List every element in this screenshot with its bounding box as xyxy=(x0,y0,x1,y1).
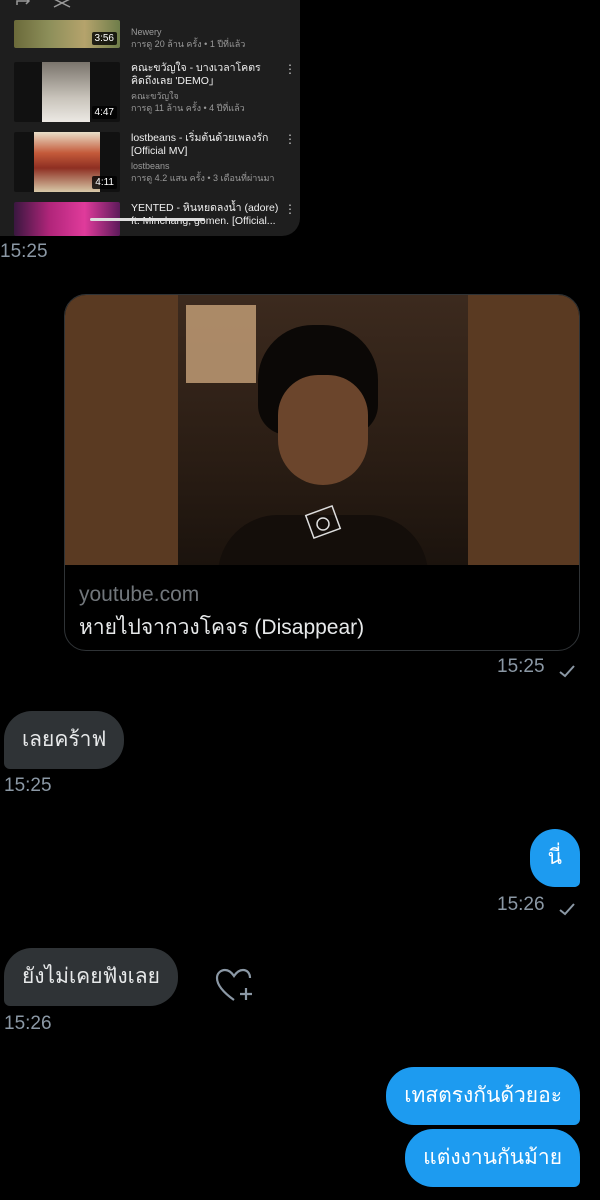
video-stats: การดู 4.2 แสน ครั้ง • 3 เดือนที่ผ่านมา xyxy=(131,173,275,183)
video-title: YENTED - หินหยดลงน้ำ (adore) ft. Minchan… xyxy=(131,202,279,227)
video-thumbnail: 3:56 xyxy=(14,20,120,48)
more-options-icon[interactable]: ⋮ xyxy=(284,62,296,76)
youtube-link-card[interactable]: youtube.com หายไปจากวงโคจร (Disappear) xyxy=(64,294,580,651)
link-domain: youtube.com xyxy=(79,583,200,606)
video-channel: lostbeans xyxy=(131,161,170,171)
video-channel: Newery xyxy=(131,27,162,37)
message-timestamp: 15:26 xyxy=(4,1013,52,1034)
link-title: หายไปจากวงโคจร (Disappear) xyxy=(79,616,365,639)
video-channel: คณะขวัญใจ xyxy=(131,91,179,101)
video-duration: 4:11 xyxy=(92,176,117,189)
sent-check-icon xyxy=(559,903,575,916)
message-timestamp: 15:25 xyxy=(4,775,52,796)
repeat-shuffle-icons xyxy=(14,0,74,12)
link-preview-image xyxy=(65,295,579,565)
message-bubble-outgoing[interactable]: นี่ xyxy=(529,829,580,887)
video-duration: 4:47 xyxy=(91,106,117,119)
video-duration: 3:56 xyxy=(91,32,117,45)
pd-logo-icon xyxy=(304,504,342,540)
video-title: lostbeans - เริ่มต้นด้วยเพลงรัก [Officia… xyxy=(131,132,269,157)
video-thumbnail: 4:11 xyxy=(14,132,120,192)
message-bubble-incoming[interactable]: เลยคร้าฟ xyxy=(4,711,125,769)
more-options-icon[interactable]: ⋮ xyxy=(284,132,296,146)
video-thumbnail: 4:47 xyxy=(14,62,120,122)
message-timestamp: 15:25 xyxy=(0,241,48,262)
scroll-indicator xyxy=(90,218,205,221)
more-options-icon[interactable]: ⋮ xyxy=(284,202,296,216)
message-timestamp: 15:25 xyxy=(497,656,545,677)
message-bubble-incoming[interactable]: ยังไม่เคยฟังเลย xyxy=(4,948,178,1006)
message-bubble-outgoing[interactable]: เทสตรงกันด้วยอะ xyxy=(386,1067,580,1125)
video-title: คณะขวัญใจ - บางเวลาโคตรคิดถึงเลย 'DEMO」 xyxy=(131,62,261,87)
video-stats: การดู 20 ล้าน ครั้ง • 1 ปีที่แล้ว xyxy=(131,39,246,49)
message-bubble-outgoing[interactable]: แต่งงานกันม้าย xyxy=(405,1129,580,1187)
add-reaction-icon[interactable] xyxy=(214,968,254,1004)
youtube-list-screenshot[interactable]: 3:56 Newery การดู 20 ล้าน ครั้ง • 1 ปีที… xyxy=(0,0,300,236)
video-thumbnail-photo xyxy=(178,295,468,565)
list-item[interactable]: 4:47 คณะขวัญใจ - บางเวลาโคตรคิดถึงเลย 'D… xyxy=(14,62,296,122)
repeat-icon xyxy=(16,0,71,8)
message-timestamp: 15:26 xyxy=(497,894,545,915)
list-item[interactable]: 3:56 Newery การดู 20 ล้าน ครั้ง • 1 ปีที… xyxy=(14,20,294,50)
video-stats: การดู 11 ล้าน ครั้ง • 4 ปีที่แล้ว xyxy=(131,103,245,113)
list-item[interactable]: 4:11 lostbeans - เริ่มต้นด้วยเพลงรัก [Of… xyxy=(14,132,296,192)
sent-check-icon xyxy=(559,665,575,678)
